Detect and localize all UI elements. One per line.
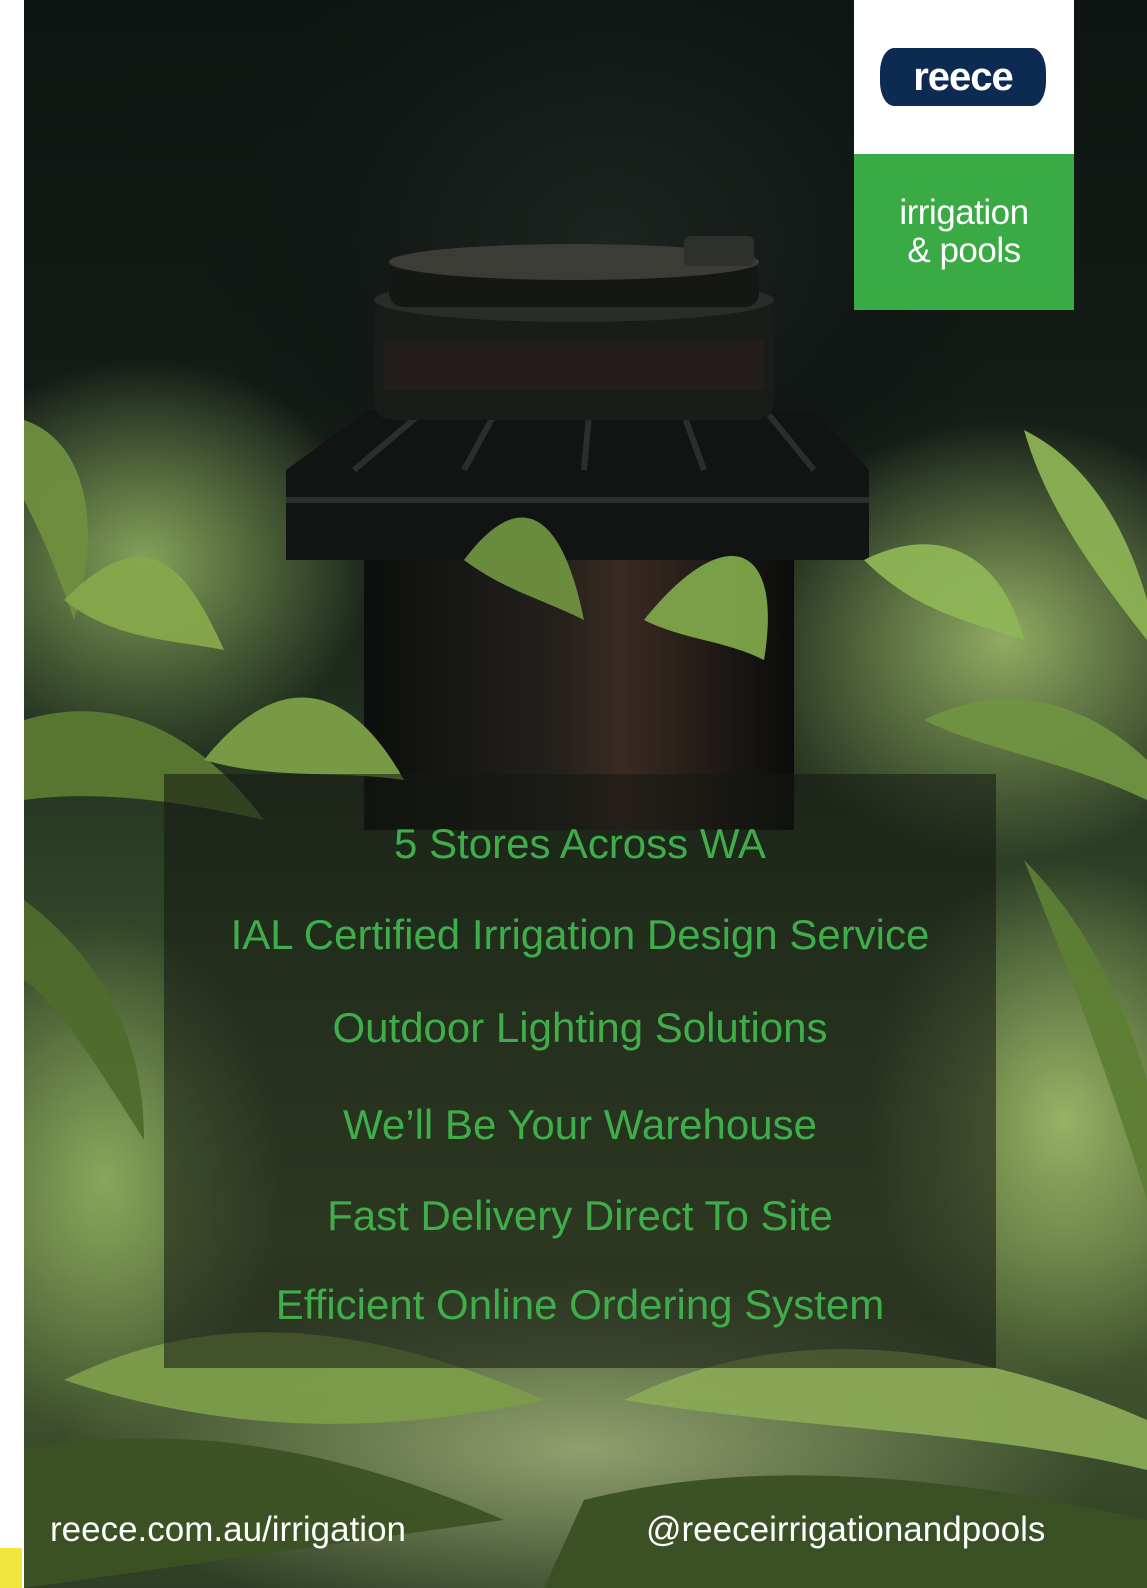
left-margin bbox=[0, 0, 24, 1588]
division-name-line2: & pools bbox=[907, 231, 1021, 270]
feature-item: We’ll Be Your Warehouse bbox=[343, 1101, 817, 1148]
logo-white-panel: reece bbox=[854, 0, 1074, 154]
yellow-accent-corner bbox=[0, 1548, 22, 1588]
social-handle[interactable]: @reeceirrigationandpools bbox=[646, 1506, 1045, 1554]
feature-item: 5 Stores Across WA bbox=[394, 820, 766, 867]
website-link[interactable]: reece.com.au/irrigation bbox=[50, 1506, 406, 1554]
advertisement-page: reece irrigation & pools 5 Stores Across… bbox=[0, 0, 1147, 1588]
reece-logo-block: reece irrigation & pools bbox=[854, 0, 1074, 310]
division-name-line1: irrigation bbox=[899, 193, 1029, 232]
feature-item: Efficient Online Ordering System bbox=[275, 1281, 885, 1328]
feature-item: Outdoor Lighting Solutions bbox=[332, 1004, 828, 1051]
division-panel: irrigation & pools bbox=[854, 154, 1074, 310]
features-panel: 5 Stores Across WA IAL Certified Irrigat… bbox=[164, 774, 996, 1368]
feature-item: Fast Delivery Direct To Site bbox=[327, 1192, 833, 1239]
feature-item: IAL Certified Irrigation Design Service bbox=[230, 911, 930, 958]
reece-logo: reece bbox=[880, 48, 1046, 106]
